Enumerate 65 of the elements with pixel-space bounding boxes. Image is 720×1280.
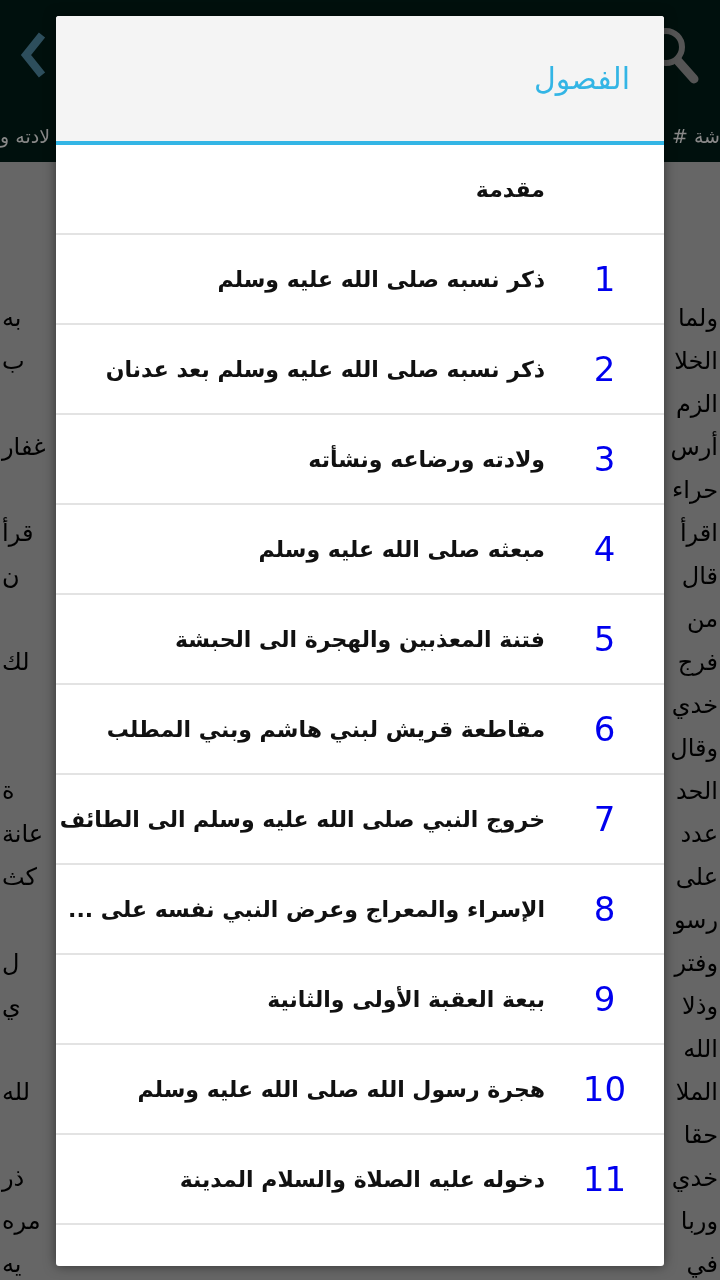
chapter-number: 2 (592, 347, 617, 391)
chapter-number: 4 (592, 527, 617, 571)
chapter-title: خروج النبي صلى الله عليه وسلم الى الطائف (59, 805, 545, 835)
chapter-title: مقدمة (475, 175, 545, 204)
chapter-number: 1 (592, 257, 617, 301)
article-text: على (675, 862, 718, 893)
article-text: رسو (673, 905, 718, 936)
chapter-number: 6 (592, 707, 617, 751)
article-text: فرج (677, 647, 718, 678)
article-text: حقا (683, 1120, 718, 1151)
tab-label[interactable]: شة # (671, 121, 720, 151)
article-text: مره (2, 1206, 41, 1237)
chapter-number: 11 (581, 1157, 628, 1201)
chapter-title: دخوله عليه الصلاة والسلام المدينة (179, 1165, 545, 1195)
article-text: خدي (671, 1163, 718, 1194)
article-text: ذر (2, 1163, 25, 1194)
chapter-number: 9 (592, 977, 617, 1021)
article-text: ي (2, 991, 21, 1022)
tab-label[interactable]: لادته و (0, 121, 50, 151)
article-text: وقال (670, 733, 718, 764)
chapter-title: هجرة رسول الله صلى الله عليه وسلم (137, 1075, 545, 1105)
chapter-title: ذكر نسبه صلى الله عليه وسلم بعد عدنان (105, 355, 545, 385)
article-text: لك (2, 647, 30, 678)
article-text: وفتر (674, 948, 718, 979)
article-text: حراء (671, 475, 718, 506)
article-text: الزم (675, 389, 718, 420)
article-text: الله (683, 1034, 718, 1065)
chapter-number: 8 (592, 887, 617, 931)
chapter-title: فتنة المعذبين والهجرة الى الحبشة (175, 625, 545, 655)
article-text: عانة (2, 819, 44, 850)
article-text: من (686, 604, 718, 635)
article-text: الحد (675, 776, 718, 807)
chapter-number: 3 (592, 437, 617, 481)
article-text: ب (2, 346, 25, 377)
dialog-title: الفصول (534, 60, 630, 98)
article-text: ة (2, 776, 15, 807)
chapter-title: مقاطعة قريش لبني هاشم وبني المطلب (106, 715, 545, 745)
chapter-title: ولادته ورضاعه ونشأته (308, 444, 545, 475)
article-text: اقرأ (679, 516, 718, 549)
article-text: خدي (671, 690, 718, 721)
article-text: غفار (2, 432, 46, 463)
article-text: أرس (670, 430, 718, 463)
chapter-title: ذكر نسبه صلى الله عليه وسلم (217, 265, 545, 295)
article-text: به (2, 303, 22, 334)
chapter-title: مبعثه صلى الله عليه وسلم (258, 535, 545, 565)
article-text: قرأ (2, 516, 34, 549)
chapter-number: 5 (592, 617, 617, 661)
article-text: ولما (677, 303, 718, 334)
chapter-title: الإسراء والمعراج وعرض النبي نفسه على ... (68, 895, 545, 925)
article-text: عدد (680, 819, 718, 850)
chapter-title: بيعة العقبة الأولى والثانية (267, 985, 545, 1015)
article-text: في (686, 1249, 718, 1280)
article-text: الملا (675, 1077, 718, 1108)
article-text: يه (2, 1249, 22, 1280)
article-text: وربا (680, 1206, 718, 1237)
chapter-number: 7 (592, 797, 617, 841)
article-text: قال (681, 561, 718, 592)
article-text: لله (2, 1077, 31, 1108)
article-text: ل (2, 948, 20, 979)
article-text: كث (2, 862, 37, 893)
article-text: الخلا (674, 346, 718, 377)
chapter-number: 10 (581, 1067, 628, 1111)
article-text: ن (2, 561, 20, 592)
chapter-item[interactable]: مقدمة (56, 145, 664, 235)
article-text: وذلا (682, 991, 718, 1022)
